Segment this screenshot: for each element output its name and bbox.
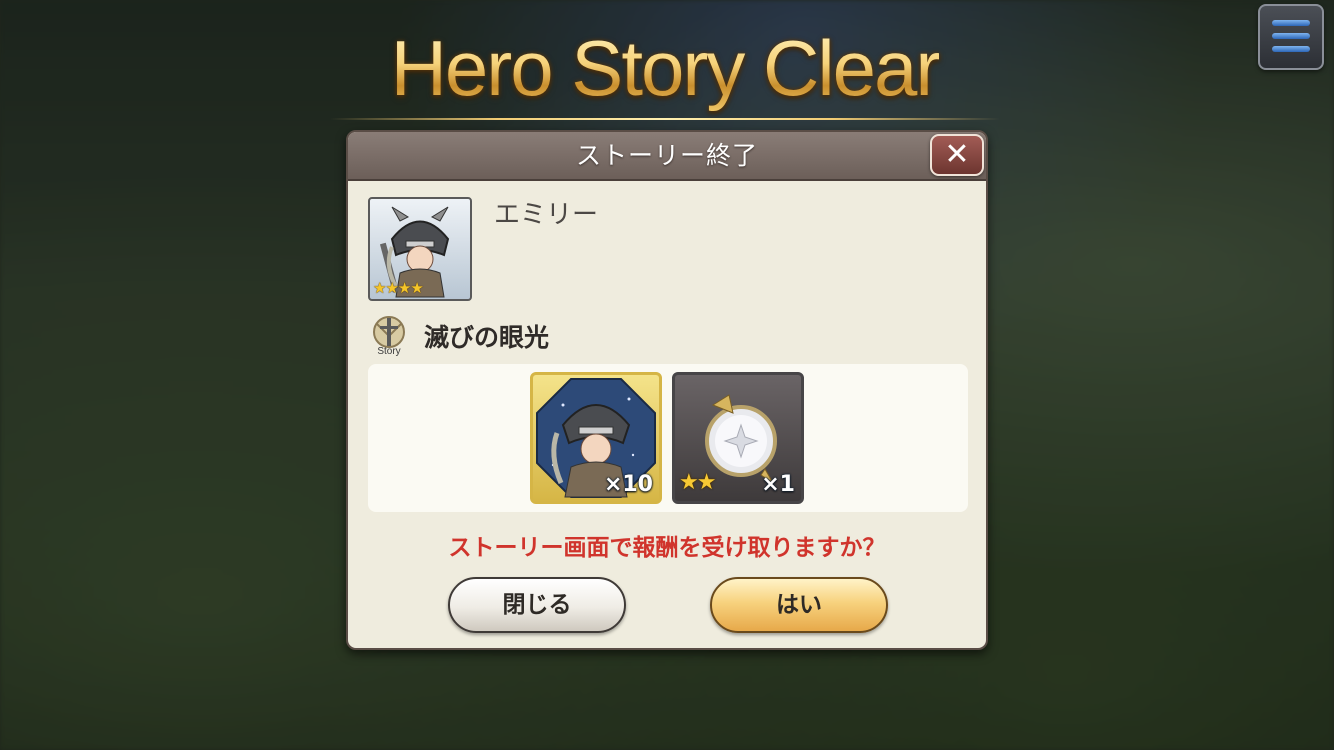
menu-button[interactable] [1258, 4, 1324, 70]
story-name: 滅びの眼光 [424, 323, 550, 352]
yes-button[interactable]: はい [710, 577, 888, 633]
banner-title: Hero Story Clear [390, 24, 942, 112]
hero-name: エミリー [494, 200, 599, 230]
hero-story-clear-banner: Hero Story Clear [330, 18, 1000, 120]
reward-count: ×1 [761, 472, 795, 497]
confirm-prompt: ストーリー画面で報酬を受け取りますか？ [448, 535, 886, 561]
reward-count: ×10 [603, 472, 653, 497]
reward-hero-shard[interactable]: ×10 [530, 372, 662, 504]
hamburger-menu-icon-bar [1272, 33, 1310, 39]
reward-panel: ×10 ★★ ×1 [368, 364, 968, 512]
banner-underline [330, 118, 1000, 120]
dialog-title: ストーリー終了 [575, 141, 758, 170]
hero-portrait: ★★★★ [368, 197, 472, 301]
reward-crystal-orb[interactable]: ★★ ×1 [672, 372, 804, 504]
hamburger-menu-icon-bar [1272, 46, 1310, 52]
story-complete-dialog: ストーリー終了 ✕ ★★★★ エミリー Story 滅びの眼光 ×10 ★★ ×… [346, 130, 988, 650]
item-rarity-stars: ★★ [679, 470, 716, 495]
close-x-icon: ✕ [944, 137, 970, 172]
dialog-header: ストーリー終了 ✕ [348, 132, 986, 181]
rarity-stars: ★★★★ [373, 279, 424, 297]
hamburger-menu-icon [1272, 20, 1310, 26]
close-button[interactable]: ✕ [930, 134, 984, 176]
story-icon-label: Story [377, 346, 400, 356]
story-sword-icon: Story [368, 314, 410, 357]
close-dialog-button[interactable]: 閉じる [448, 577, 626, 633]
